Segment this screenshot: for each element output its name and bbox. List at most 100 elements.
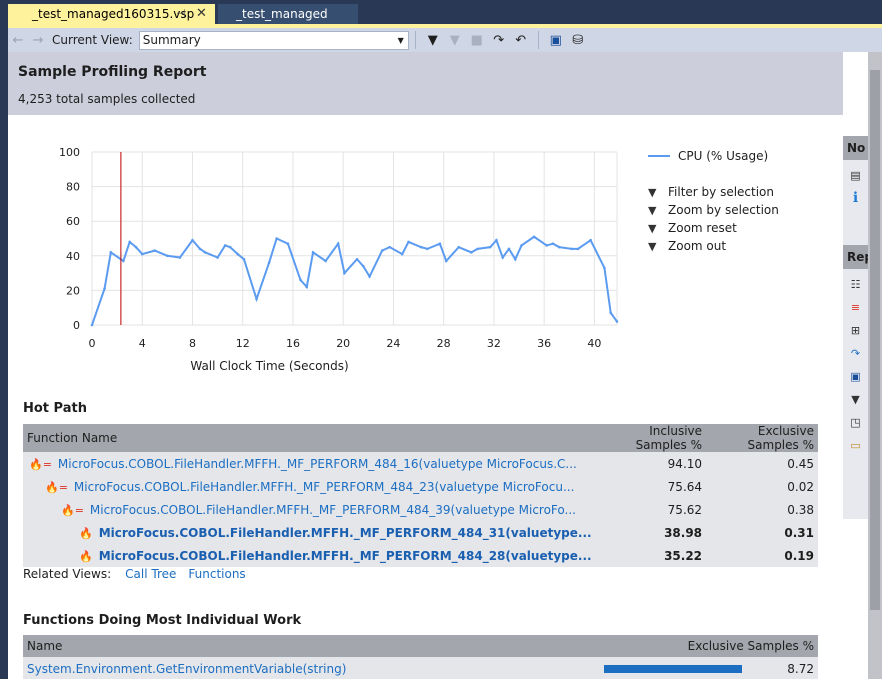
export-icon[interactable]: ↷ — [843, 342, 868, 365]
zoom-by-selection-link[interactable]: ▼ Zoom by selection — [648, 201, 779, 219]
report-panel: Rep ☷ ≡ ⊞ ↷ ▣ ▼ ◳ ▭ — [843, 245, 868, 519]
legend-label: CPU (% Usage) — [678, 149, 769, 163]
cpu-data-point — [615, 320, 619, 323]
tab-label: _test_managed — [236, 7, 328, 21]
compare-icon[interactable]: ⊞ — [843, 319, 868, 342]
filter-forward-icon[interactable]: ↷ — [488, 33, 510, 48]
zoom-reset-link[interactable]: ▼ Zoom reset — [648, 219, 779, 237]
pin-icon[interactable]: ⊣ — [176, 4, 186, 24]
notifications-header: No — [843, 136, 868, 160]
table-row[interactable]: 🔥= MicroFocus.COBOL.FileHandler.MFFH._MF_… — [23, 498, 818, 521]
cpu-data-point — [603, 266, 606, 270]
forward-arrow-icon[interactable]: → — [28, 33, 48, 48]
hot-path-title: Hot Path — [23, 401, 87, 416]
x-tick-label: 36 — [537, 337, 551, 350]
action-label: Zoom out — [668, 239, 727, 253]
table-row[interactable]: 🔥 MicroFocus.COBOL.FileHandler.MFFH._MF_P… — [23, 521, 818, 544]
function-link[interactable]: MicroFocus.COBOL.FileHandler.MFFH._MF_PE… — [99, 526, 592, 540]
table-row[interactable]: 🔥= MicroFocus.COBOL.FileHandler.MFFH._MF_… — [23, 475, 818, 498]
call-tree-icon[interactable]: ☷ — [843, 273, 868, 296]
exclusive-value: 0.19 — [706, 544, 818, 567]
document-icon[interactable]: ▤ — [843, 164, 868, 187]
cpu-data-point — [311, 251, 315, 254]
x-axis-label: Wall Clock Time (Seconds) — [190, 359, 348, 373]
cpu-data-point — [299, 278, 302, 282]
cpu-data-point — [419, 245, 423, 249]
function-link[interactable]: MicroFocus.COBOL.FileHandler.MFFH._MF_PE… — [58, 457, 577, 471]
cpu-data-point — [324, 259, 327, 263]
table-row[interactable]: System.Environment.GetEnvironmentVariabl… — [23, 657, 818, 679]
column-function-name[interactable]: Function Name — [23, 424, 596, 452]
chart-legend: CPU (% Usage) ▼ Filter by selection ▼ Zoom… — [648, 147, 779, 255]
stop-icon[interactable]: ■ — [466, 33, 488, 48]
column-name[interactable]: Name — [23, 635, 600, 657]
back-arrow-icon[interactable]: ← — [8, 33, 28, 48]
action-label: Zoom by selection — [668, 203, 779, 217]
toolbar: ← → Current View: Summary ▼ ▼ ▼ ■ ↷ ↶ ▣ ⛁ — [8, 28, 882, 52]
function-link[interactable]: System.Environment.GetEnvironmentVariabl… — [27, 662, 346, 676]
save-icon[interactable]: ▣ — [843, 365, 868, 388]
info-icon[interactable]: ℹ — [843, 187, 868, 210]
cpu-data-point — [380, 249, 384, 252]
clear-filter-icon[interactable]: ▼ — [444, 33, 466, 48]
cpu-data-point — [216, 256, 219, 259]
call-tree-link[interactable]: Call Tree — [125, 567, 176, 581]
filter-icon[interactable]: ▼ — [422, 33, 444, 48]
functions-link[interactable]: Functions — [188, 567, 245, 581]
function-link[interactable]: MicroFocus.COBOL.FileHandler.MFFH._MF_PE… — [74, 480, 574, 494]
tab-test-managed-vsp[interactable]: _test_managed160315.vsp ⊣ ✕ — [8, 4, 215, 24]
inclusive-value: 75.64 — [595, 475, 707, 498]
cpu-data-point — [470, 251, 473, 254]
filter-by-selection-link[interactable]: ▼ Filter by selection — [648, 183, 779, 201]
close-icon[interactable]: ✕ — [196, 4, 207, 24]
save-icon[interactable]: ▣ — [545, 33, 567, 48]
filter-icon: ▼ — [648, 239, 657, 253]
function-link[interactable]: MicroFocus.COBOL.FileHandler.MFFH._MF_PE… — [99, 549, 592, 563]
cpu-data-point — [609, 311, 613, 315]
vertical-scrollbar[interactable] — [868, 52, 882, 679]
cpu-data-point — [178, 256, 182, 259]
y-tick-label: 60 — [66, 215, 80, 228]
folder-icon[interactable]: ▭ — [843, 434, 868, 457]
x-tick-label: 32 — [487, 337, 501, 350]
toolbar-separator — [414, 31, 416, 49]
hot-item-flame-icon: 🔥 — [79, 549, 93, 563]
column-exclusive[interactable]: Exclusive Samples % — [706, 424, 818, 452]
cpu-data-point — [198, 247, 202, 251]
cpu-data-point — [90, 323, 94, 327]
cpu-data-point — [134, 245, 138, 249]
column-exclusive[interactable]: Exclusive Samples % — [599, 635, 818, 657]
cpu-data-point — [166, 254, 169, 258]
function-link[interactable]: MicroFocus.COBOL.FileHandler.MFFH._MF_PE… — [90, 503, 576, 517]
table-row[interactable]: 🔥= MicroFocus.COBOL.FileHandler.MFFH._MF_… — [23, 452, 818, 475]
hot-path-icon[interactable]: ≡ — [843, 296, 868, 319]
window-icon[interactable]: ◳ — [843, 411, 868, 434]
current-view-select[interactable]: Summary ▼ — [138, 30, 409, 50]
exclusive-value: 8.72 — [787, 661, 814, 676]
zoom-out-link[interactable]: ▼ Zoom out — [648, 237, 779, 255]
report-header: Rep — [843, 245, 868, 269]
cpu-data-point — [191, 238, 194, 242]
table-row[interactable]: 🔥 MicroFocus.COBOL.FileHandler.MFFH._MF_P… — [23, 544, 818, 567]
export-icon[interactable]: ⛁ — [567, 33, 589, 48]
cpu-data-point — [275, 237, 278, 240]
cpu-data-point — [570, 247, 574, 251]
exclusive-value: 0.02 — [706, 475, 818, 498]
action-label: Zoom reset — [668, 221, 737, 235]
cpu-data-point — [513, 257, 517, 261]
cpu-chart-svg[interactable]: 0 20 40 60 80 100 0 4 8 12 16 20 24 28 32 36 40 Wall Cloc… — [8, 115, 638, 375]
tab-test-managed[interactable]: _test_managed — [218, 4, 358, 24]
cpu-series-line — [91, 235, 618, 326]
column-inclusive[interactable]: Inclusive Samples % — [595, 424, 707, 452]
cpu-data-point — [520, 244, 523, 247]
scrollbar-thumb[interactable] — [870, 70, 880, 610]
cpu-data-point — [589, 238, 592, 242]
current-view-value: Summary — [142, 32, 201, 47]
cpu-data-point — [267, 261, 271, 265]
cpu-data-point — [444, 259, 448, 263]
cpu-data-point — [140, 252, 144, 256]
x-tick-label: 28 — [437, 337, 451, 350]
filter-icon[interactable]: ▼ — [843, 388, 868, 411]
y-tick-label: 40 — [66, 250, 80, 263]
filter-back-icon[interactable]: ↶ — [510, 33, 532, 48]
